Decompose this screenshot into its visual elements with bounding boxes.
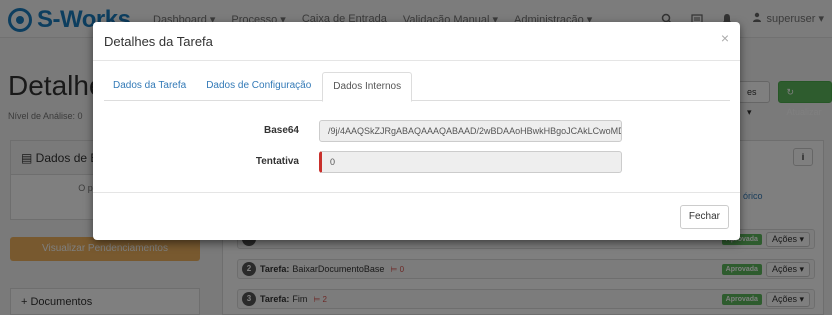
base64-field[interactable]: /9j/4AAQSkZJRgABAQAAAQABAAD/2wBDAAoHBwkH… [319,120,622,142]
tab-dados-internos[interactable]: Dados Internos [322,72,413,102]
modal-tabs: Dados da Tarefa Dados de Configuração Da… [104,72,730,102]
tentativa-field[interactable]: 0 [319,151,622,173]
tab-dados-tarefa[interactable]: Dados da Tarefa [104,72,195,101]
modal-title: Detalhes da Tarefa [104,34,213,49]
base64-row: Base64 /9j/4AAQSkZJRgABAQAAAQABAAD/2wBDA… [93,120,740,142]
tentativa-row: Tentativa 0 [93,151,740,173]
tab-dados-configuracao[interactable]: Dados de Configuração [197,72,320,101]
base64-label: Base64 [263,125,299,136]
modal-header: Detalhes da Tarefa × [93,22,740,61]
task-details-modal: Detalhes da Tarefa × Dados da Tarefa Dad… [93,22,740,240]
tentativa-label: Tentativa [255,156,299,167]
modal-body: Dados da Tarefa Dados de Configuração Da… [93,61,740,193]
close-icon[interactable]: × [721,31,729,45]
modal-footer: Fechar [93,194,740,240]
close-button[interactable]: Fechar [679,205,729,229]
